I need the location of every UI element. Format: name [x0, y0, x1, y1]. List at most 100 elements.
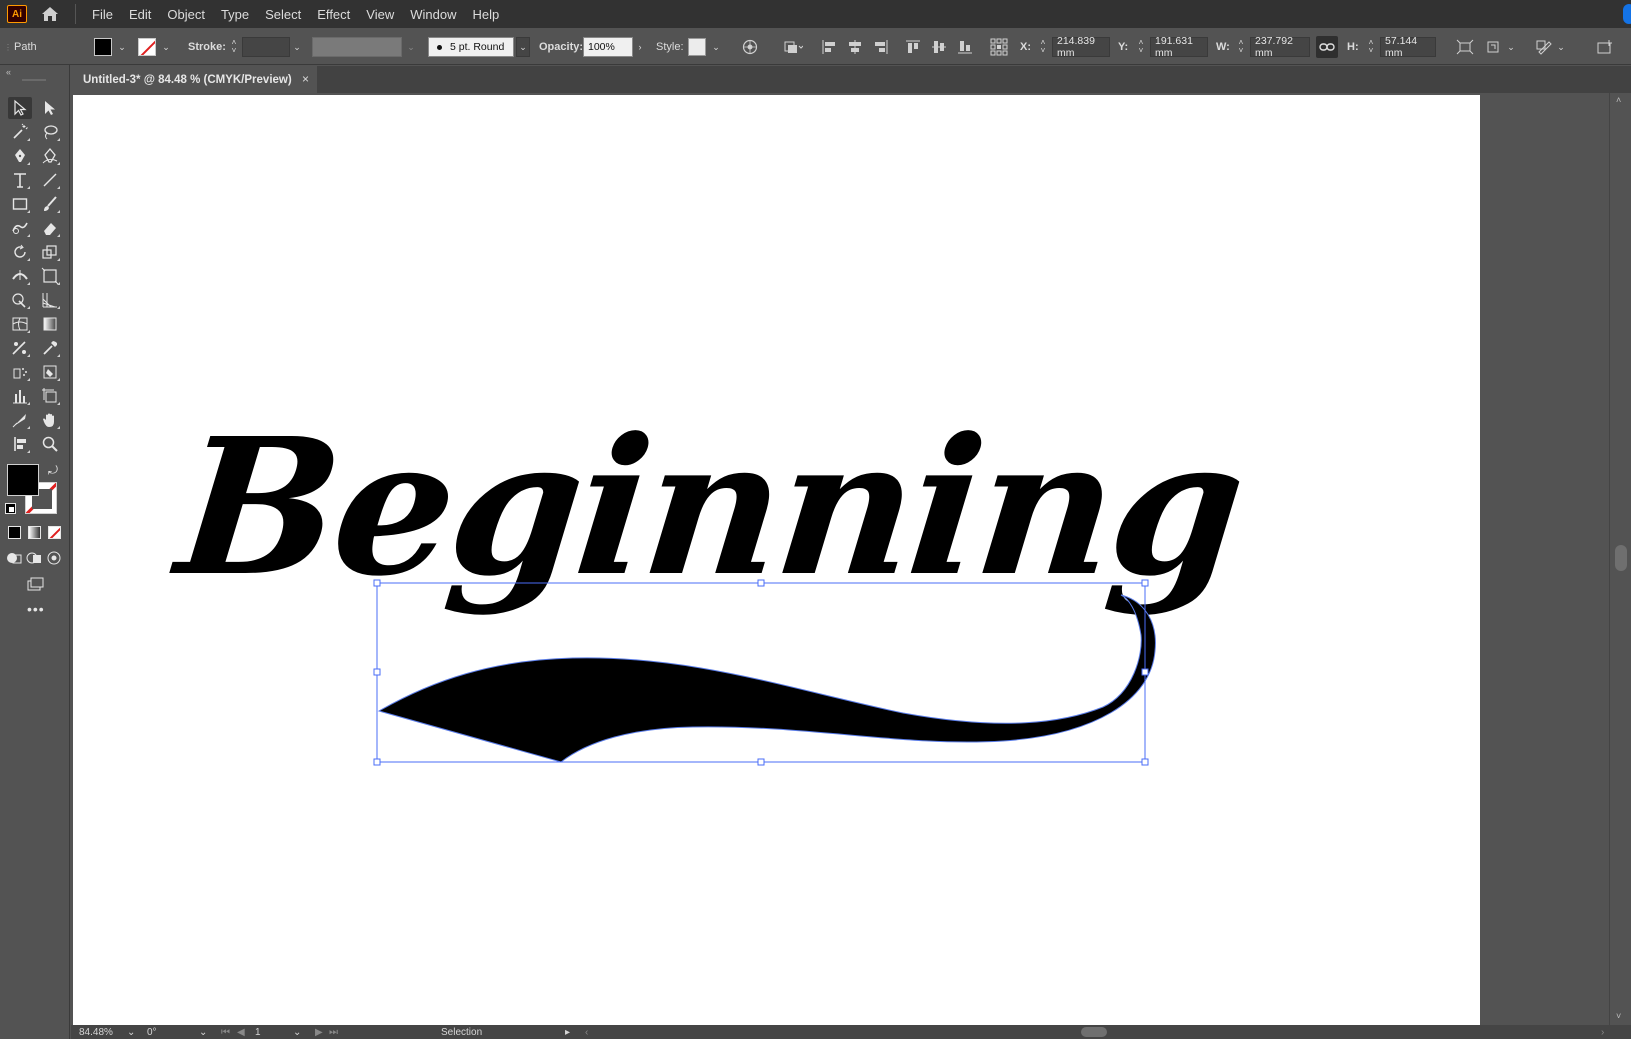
swap-fill-stroke-icon[interactable]: ⤾ — [48, 463, 58, 478]
gradient-mode-icon[interactable] — [28, 526, 41, 539]
rotate-tool-icon[interactable] — [8, 241, 32, 263]
eraser-tool-icon[interactable] — [38, 217, 62, 239]
handle-bottom-right[interactable] — [1141, 758, 1149, 766]
artboard-tool-icon[interactable] — [38, 385, 62, 407]
profile-dropdown-icon[interactable]: ⌄ — [406, 29, 416, 65]
type-tool-icon[interactable] — [8, 169, 32, 191]
gradient-tool-icon[interactable] — [38, 313, 62, 335]
scroll-down-icon[interactable]: ˅ — [1616, 1011, 1621, 1021]
slice-tool-icon[interactable] — [8, 409, 32, 431]
close-tab-icon[interactable]: × — [302, 72, 309, 86]
toolbar-grip[interactable] — [22, 79, 46, 81]
free-transform-tool-icon[interactable] — [38, 265, 62, 287]
collapse-panel-icon[interactable]: « — [6, 67, 11, 77]
scroll-left-icon[interactable]: ‹ — [585, 1025, 588, 1039]
x-value[interactable]: 214.839 mm — [1052, 35, 1110, 59]
opacity-arrow-icon[interactable]: › — [635, 29, 645, 65]
align-left-icon[interactable] — [818, 29, 840, 65]
default-fill-stroke-icon[interactable] — [5, 503, 16, 514]
scroll-thumb[interactable] — [1615, 545, 1627, 571]
menu-select[interactable]: Select — [257, 7, 309, 22]
w-value[interactable]: 237.792 mm — [1250, 35, 1310, 59]
horizontal-scroll-thumb[interactable] — [1081, 1025, 1107, 1039]
y-field[interactable]: 191.631 mm — [1150, 29, 1208, 65]
artwork-text[interactable]: Beginning — [164, 397, 1250, 617]
swoosh-tail-path[interactable] — [377, 594, 1156, 763]
menu-object[interactable]: Object — [159, 7, 213, 22]
stroke-weight-field[interactable] — [242, 29, 290, 65]
hand-tool-icon[interactable] — [38, 409, 62, 431]
last-artboard-icon[interactable]: ⏭ — [329, 1025, 338, 1039]
opacity-value[interactable]: 100% — [583, 37, 633, 57]
mesh-tool-icon[interactable] — [8, 313, 32, 335]
stroke-dropdown-icon[interactable]: ⌄ — [161, 29, 171, 65]
constrain-proportions-link-icon[interactable] — [1316, 29, 1338, 65]
selection-tool-icon[interactable] — [8, 97, 32, 119]
stroke-weight-stepper[interactable]: ˄ ˅ — [229, 29, 239, 65]
handle-middle-right[interactable] — [1141, 668, 1149, 676]
vertical-scrollbar[interactable]: ˄ ˅ — [1609, 93, 1631, 1025]
rectangle-tool-icon[interactable] — [8, 193, 32, 215]
menu-effect[interactable]: Effect — [309, 7, 358, 22]
h-field[interactable]: 57.144 mm — [1380, 29, 1436, 65]
handle-top-left[interactable] — [373, 579, 381, 587]
handle-middle-left[interactable] — [373, 668, 381, 676]
style-dropdown-icon[interactable]: ⌄ — [711, 29, 721, 65]
paintbrush-tool-icon[interactable] — [38, 193, 62, 215]
scroll-up-icon[interactable]: ˄ — [1616, 95, 1621, 105]
rotation-value[interactable]: 0° — [147, 1025, 157, 1039]
menu-edit[interactable]: Edit — [121, 7, 159, 22]
rotate-view-tool-icon[interactable] — [8, 433, 32, 455]
artboard[interactable]: Beginning — [73, 95, 1480, 1025]
panel-menu-icon[interactable] — [1595, 29, 1617, 65]
previous-artboard-icon[interactable]: ◀ — [237, 1025, 245, 1039]
shape-builder-tool-icon[interactable] — [8, 289, 32, 311]
column-graph-tool-icon[interactable] — [8, 385, 32, 407]
align-bottom-icon[interactable] — [954, 29, 976, 65]
handle-bottom-left[interactable] — [373, 758, 381, 766]
x-stepper[interactable]: ˄ ˅ — [1038, 29, 1048, 65]
opacity-field[interactable]: 100% — [583, 29, 633, 65]
blend-tool-icon[interactable] — [8, 337, 32, 359]
fill-dropdown-icon[interactable]: ⌄ — [117, 29, 127, 65]
menu-type[interactable]: Type — [213, 7, 257, 22]
h-stepper[interactable]: ˄ ˅ — [1366, 29, 1376, 65]
share-indicator[interactable] — [1623, 4, 1631, 24]
canvas-area[interactable]: Beginning — [71, 93, 1608, 1025]
w-field[interactable]: 237.792 mm — [1250, 29, 1310, 65]
eyedropper-tool-icon[interactable] — [38, 337, 62, 359]
scale-tool-icon[interactable] — [38, 241, 62, 263]
menu-help[interactable]: Help — [464, 7, 507, 22]
pen-tool-icon[interactable] — [8, 145, 32, 167]
line-segment-tool-icon[interactable] — [38, 169, 62, 191]
stroke-weight-dropdown-icon[interactable]: ⌄ — [292, 29, 302, 65]
first-artboard-icon[interactable]: ⏮ — [221, 1025, 230, 1039]
menu-window[interactable]: Window — [402, 7, 464, 22]
shaper-tool-icon[interactable] — [8, 217, 32, 239]
brush-definition[interactable]: 5 pt. Round — [428, 29, 514, 65]
handle-top-right[interactable] — [1141, 579, 1149, 587]
transform-icon[interactable] — [1454, 29, 1476, 65]
artboard-number[interactable]: 1 — [255, 1025, 261, 1039]
curvature-tool-icon[interactable] — [38, 145, 62, 167]
perspective-grid-tool-icon[interactable] — [38, 289, 62, 311]
lasso-tool-icon[interactable] — [38, 121, 62, 143]
direct-selection-tool-icon[interactable] — [38, 97, 62, 119]
fill-swatch[interactable] — [94, 29, 112, 65]
graphic-style-swatch[interactable] — [688, 29, 706, 65]
align-vertical-center-icon[interactable] — [928, 29, 950, 65]
align-right-icon[interactable] — [870, 29, 892, 65]
menu-view[interactable]: View — [358, 7, 402, 22]
shape-options-icon[interactable] — [1484, 29, 1506, 65]
rotation-dropdown-icon[interactable]: ⌄ — [199, 1025, 207, 1039]
magic-wand-tool-icon[interactable] — [8, 121, 32, 143]
h-value[interactable]: 57.144 mm — [1380, 35, 1436, 59]
w-stepper[interactable]: ˄ ˅ — [1236, 29, 1246, 65]
draw-inside-icon[interactable] — [44, 549, 64, 567]
color-mode-icon[interactable] — [8, 526, 21, 539]
y-value[interactable]: 191.631 mm — [1150, 35, 1208, 59]
arrange-icon[interactable] — [782, 29, 804, 65]
align-horizontal-center-icon[interactable] — [844, 29, 866, 65]
live-paint-bucket-tool-icon[interactable] — [38, 361, 62, 383]
handle-bottom-center[interactable] — [757, 758, 765, 766]
